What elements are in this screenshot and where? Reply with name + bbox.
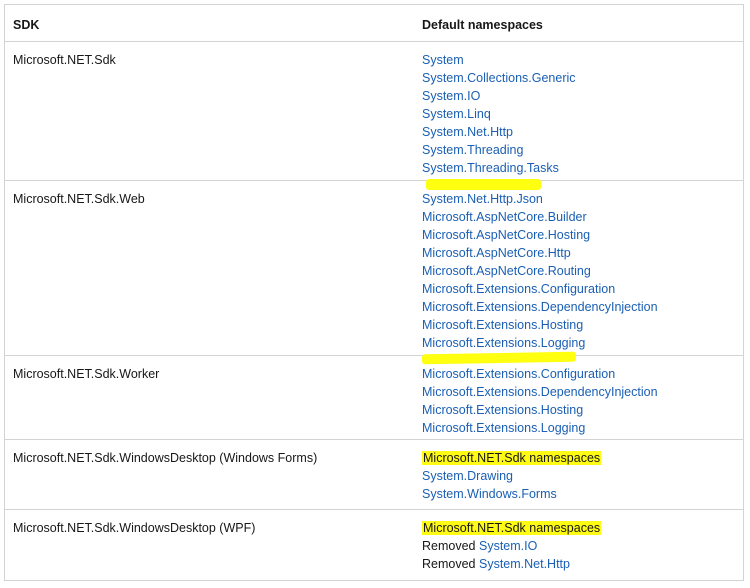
table-row-sdk-windowsdesktop-winforms: Microsoft.NET.Sdk.WindowsDesktop (Window… [5, 440, 743, 510]
namespace-link-extensions-hosting[interactable]: Microsoft.Extensions.Hosting [422, 318, 583, 332]
namespace-link-extensions-dependencyinjection[interactable]: Microsoft.Extensions.DependencyInjection [422, 385, 658, 399]
namespace-link-extensions-hosting[interactable]: Microsoft.Extensions.Hosting [422, 403, 583, 417]
table-row-sdk: Microsoft.NET.Sdk System System.Collecti… [5, 42, 743, 181]
sdk-name: Microsoft.NET.Sdk.Worker [13, 367, 160, 381]
removed-label: Removed [422, 539, 476, 553]
sdk-namespaces-table: SDK Default namespaces Microsoft.NET.Sdk… [4, 4, 744, 581]
highlighter-mark [421, 351, 577, 365]
namespace-link-extensions-configuration[interactable]: Microsoft.Extensions.Configuration [422, 367, 615, 381]
namespace-link-aspnetcore-http[interactable]: Microsoft.AspNetCore.Http [422, 246, 571, 260]
header-sdk: SDK [13, 18, 40, 32]
namespace-link-aspnetcore-hosting[interactable]: Microsoft.AspNetCore.Hosting [422, 228, 590, 242]
namespace-link-system-threading[interactable]: System.Threading [422, 143, 523, 157]
namespace-link-system-drawing[interactable]: System.Drawing [422, 469, 513, 483]
highlighted-sdk-namespaces-note: Microsoft.NET.Sdk namespaces [422, 521, 602, 535]
namespace-link-system-collections-generic[interactable]: System.Collections.Generic [422, 71, 576, 85]
namespace-link-aspnetcore-routing[interactable]: Microsoft.AspNetCore.Routing [422, 264, 591, 278]
sdk-name: Microsoft.NET.Sdk.Web [13, 192, 145, 206]
namespace-link-system-net-http[interactable]: System.Net.Http [422, 125, 513, 139]
namespace-link-system-io[interactable]: System.IO [479, 539, 537, 553]
namespace-list: Microsoft.NET.Sdk namespaces Removed Sys… [422, 519, 602, 573]
namespace-link-system-net-http[interactable]: System.Net.Http [479, 557, 570, 571]
namespace-link-system-net-http-json[interactable]: System.Net.Http.Json [422, 192, 543, 206]
namespace-link-system-threading-tasks[interactable]: System.Threading.Tasks [422, 161, 559, 175]
sdk-name: Microsoft.NET.Sdk.WindowsDesktop (WPF) [13, 521, 256, 535]
header-default-namespaces: Default namespaces [422, 18, 543, 32]
table-header-row: SDK Default namespaces [5, 5, 743, 42]
namespace-list: Microsoft.NET.Sdk namespaces System.Draw… [422, 449, 602, 503]
namespace-link-aspnetcore-builder[interactable]: Microsoft.AspNetCore.Builder [422, 210, 587, 224]
namespace-list: System System.Collections.Generic System… [422, 51, 576, 177]
namespace-list: Microsoft.Extensions.Configuration Micro… [422, 365, 658, 437]
sdk-name: Microsoft.NET.Sdk.WindowsDesktop (Window… [13, 451, 318, 465]
removed-label: Removed [422, 557, 476, 571]
sdk-name: Microsoft.NET.Sdk [13, 53, 116, 67]
highlighter-mark [426, 179, 541, 190]
namespace-link-system-io[interactable]: System.IO [422, 89, 480, 103]
table-row-sdk-windowsdesktop-wpf: Microsoft.NET.Sdk.WindowsDesktop (WPF) M… [5, 510, 743, 580]
table-row-sdk-web: Microsoft.NET.Sdk.Web System.Net.Http.Js… [5, 179, 743, 356]
namespace-link-extensions-logging[interactable]: Microsoft.Extensions.Logging [422, 421, 585, 435]
namespace-link-extensions-logging[interactable]: Microsoft.Extensions.Logging [422, 336, 585, 350]
namespace-link-system[interactable]: System [422, 53, 464, 67]
namespace-link-system-windows-forms[interactable]: System.Windows.Forms [422, 487, 557, 501]
namespace-link-extensions-dependencyinjection[interactable]: Microsoft.Extensions.DependencyInjection [422, 300, 658, 314]
namespace-list: System.Net.Http.Json Microsoft.AspNetCor… [422, 190, 658, 352]
highlighted-sdk-namespaces-note: Microsoft.NET.Sdk namespaces [422, 451, 602, 465]
table-row-sdk-worker: Microsoft.NET.Sdk.Worker Microsoft.Exten… [5, 351, 743, 440]
namespace-link-system-linq[interactable]: System.Linq [422, 107, 491, 121]
namespace-link-extensions-configuration[interactable]: Microsoft.Extensions.Configuration [422, 282, 615, 296]
